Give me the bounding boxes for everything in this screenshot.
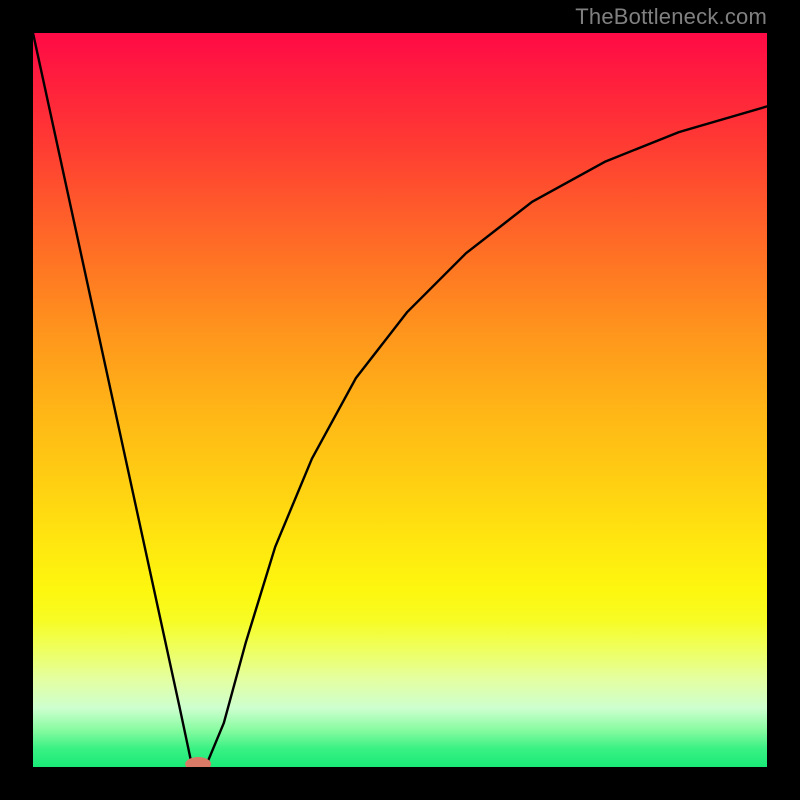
chart-svg bbox=[33, 33, 767, 767]
min-marker bbox=[185, 757, 211, 767]
watermark-text: TheBottleneck.com bbox=[575, 0, 767, 33]
curve-line bbox=[33, 33, 767, 767]
chart-frame: TheBottleneck.com bbox=[0, 0, 800, 800]
plot-area bbox=[33, 33, 767, 767]
